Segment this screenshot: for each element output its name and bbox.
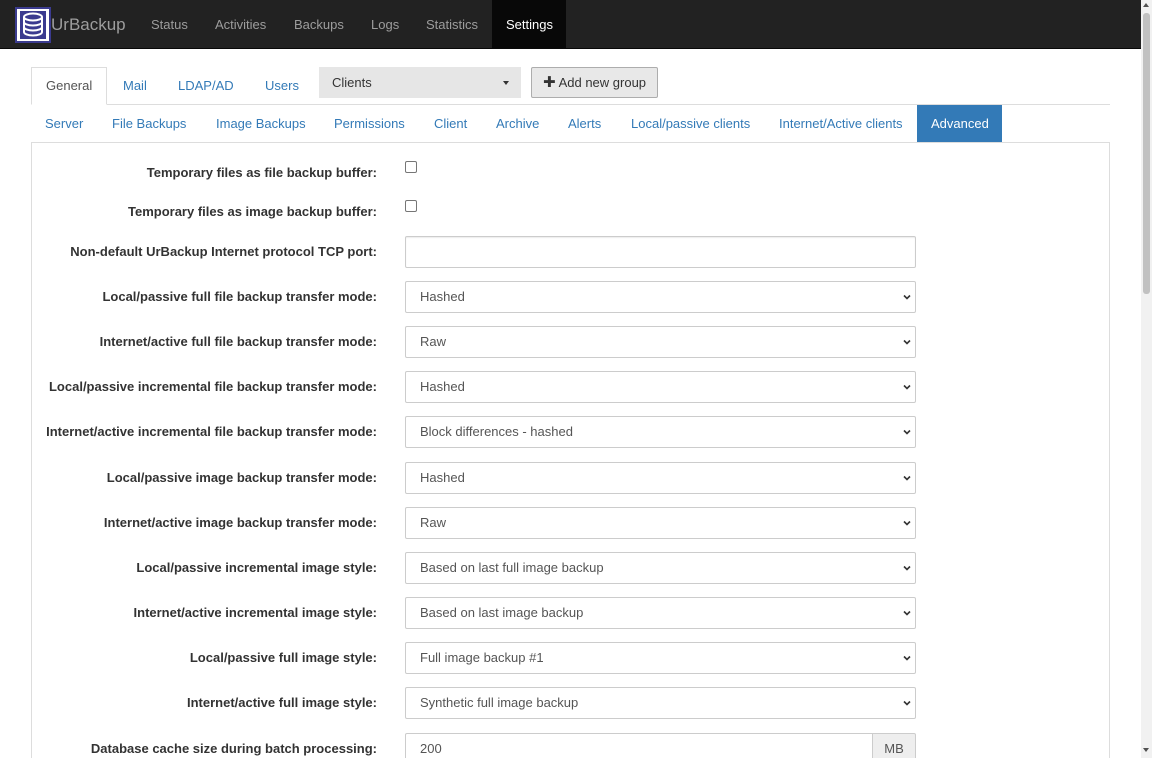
internet-image-mode-value: Raw xyxy=(420,515,447,530)
tab-users[interactable]: Users xyxy=(251,67,313,105)
db-cache-size-group: 200 MB xyxy=(405,733,916,758)
group-select[interactable]: Clients xyxy=(319,67,521,98)
subtab-internet-active-clients[interactable]: Internet/Active clients xyxy=(765,105,917,142)
internet-full-image-style-label: Internet/active full image style: xyxy=(186,695,377,710)
internet-incr-image-style-value: Based on last image backup xyxy=(420,605,584,620)
group-select-value: Clients xyxy=(332,75,372,90)
nav-settings[interactable]: Settings xyxy=(492,0,566,48)
subtab-file-backups[interactable]: File Backups xyxy=(98,105,200,142)
local-incr-file-mode-select[interactable]: Hashed xyxy=(405,371,916,403)
tab-general[interactable]: General xyxy=(31,67,107,105)
nav-statistics[interactable]: Statistics xyxy=(412,0,492,48)
internet-incr-file-mode-select[interactable]: Block differences - hashed xyxy=(405,416,916,448)
db-cache-size-unit: MB xyxy=(872,733,916,758)
chevron-down-icon xyxy=(903,565,911,571)
local-full-file-mode-value: Hashed xyxy=(420,289,465,304)
chevron-down-icon xyxy=(903,384,911,390)
subtab-advanced[interactable]: Advanced xyxy=(917,105,1002,142)
brand-name: UrBackup xyxy=(51,15,126,34)
internet-incr-image-style-label: Internet/active incremental image style: xyxy=(133,605,377,620)
tmp-image-buffer-label: Temporary files as image backup buffer: xyxy=(128,204,377,219)
urbackup-logo-icon xyxy=(15,7,51,43)
scrollbar-thumb[interactable] xyxy=(1143,13,1150,294)
local-image-mode-value: Hashed xyxy=(420,470,465,485)
internet-incr-file-mode-value: Block differences - hashed xyxy=(420,424,573,439)
tmp-image-buffer-checkbox[interactable] xyxy=(405,200,417,212)
nav-status[interactable]: Status xyxy=(137,0,202,48)
internet-image-mode-select[interactable]: Raw xyxy=(405,507,916,539)
local-full-image-style-label: Local/passive full image style: xyxy=(189,650,377,665)
local-incr-image-style-value: Based on last full image backup xyxy=(420,560,604,575)
internet-full-file-mode-value: Raw xyxy=(420,334,447,349)
local-full-image-style-value: Full image backup #1 xyxy=(420,650,544,665)
internet-image-mode-label: Internet/active image backup transfer mo… xyxy=(103,515,377,530)
plus-icon: ✚ xyxy=(543,74,556,91)
local-full-file-mode-label: Local/passive full file backup transfer … xyxy=(102,289,377,304)
chevron-down-icon xyxy=(903,339,911,345)
subtab-image-backups[interactable]: Image Backups xyxy=(202,105,320,142)
tab-mail[interactable]: Mail xyxy=(109,67,161,105)
internet-tcp-port-label: Non-default UrBackup Internet protocol T… xyxy=(70,244,377,259)
chevron-down-icon xyxy=(903,520,911,526)
add-new-group-label: Add new group xyxy=(558,75,647,90)
subtab-local-passive-clients[interactable]: Local/passive clients xyxy=(617,105,764,142)
internet-full-file-mode-select[interactable]: Raw xyxy=(405,326,916,358)
local-incr-file-mode-label: Local/passive incremental file backup tr… xyxy=(48,379,377,394)
internet-full-file-mode-label: Internet/active full file backup transfe… xyxy=(99,334,377,349)
top-navbar: UrBackup Status Activities Backups Logs … xyxy=(0,0,1141,49)
internet-full-image-style-value: Synthetic full image backup xyxy=(420,695,579,710)
local-full-image-style-select[interactable]: Full image backup #1 xyxy=(405,642,916,674)
internet-full-image-style-select[interactable]: Synthetic full image backup xyxy=(405,687,916,719)
tmp-file-buffer-label: Temporary files as file backup buffer: xyxy=(146,165,377,180)
subtab-server[interactable]: Server xyxy=(31,105,97,142)
page-scrollbar[interactable] xyxy=(1141,0,1152,758)
scroll-up-arrow-icon[interactable] xyxy=(1143,3,1149,7)
chevron-down-icon xyxy=(903,294,911,300)
local-image-mode-label: Local/passive image backup transfer mode… xyxy=(106,470,377,485)
db-cache-size-input[interactable]: 200 xyxy=(405,733,873,758)
internet-tcp-port-input[interactable] xyxy=(405,236,916,268)
local-incr-image-style-select[interactable]: Based on last full image backup xyxy=(405,552,916,584)
nav-backups[interactable]: Backups xyxy=(280,0,358,48)
caret-down-icon xyxy=(503,81,509,85)
chevron-down-icon xyxy=(903,610,911,616)
local-full-file-mode-select[interactable]: Hashed xyxy=(405,281,916,313)
scroll-down-arrow-icon[interactable] xyxy=(1143,748,1149,752)
subtab-permissions[interactable]: Permissions xyxy=(320,105,419,142)
chevron-down-icon xyxy=(903,655,911,661)
nav-logs[interactable]: Logs xyxy=(357,0,413,48)
local-image-mode-select[interactable]: Hashed xyxy=(405,462,916,494)
tab-ldap[interactable]: LDAP/AD xyxy=(164,67,248,105)
subtab-alerts[interactable]: Alerts xyxy=(554,105,615,142)
chevron-down-icon xyxy=(903,429,911,435)
subtab-archive[interactable]: Archive xyxy=(482,105,553,142)
local-incr-image-style-label: Local/passive incremental image style: xyxy=(136,560,377,575)
chevron-down-icon xyxy=(903,475,911,481)
subtab-client[interactable]: Client xyxy=(420,105,481,142)
db-cache-size-label: Database cache size during batch process… xyxy=(90,741,377,756)
tmp-file-buffer-checkbox[interactable] xyxy=(405,161,417,173)
internet-incr-image-style-select[interactable]: Based on last image backup xyxy=(405,597,916,629)
add-new-group-button[interactable]: ✚ Add new group xyxy=(531,67,658,98)
chevron-down-icon xyxy=(903,700,911,706)
nav-activities[interactable]: Activities xyxy=(201,0,280,48)
local-incr-file-mode-value: Hashed xyxy=(420,379,465,394)
brand[interactable]: UrBackup xyxy=(15,7,126,43)
internet-incr-file-mode-label: Internet/active incremental file backup … xyxy=(46,424,377,439)
